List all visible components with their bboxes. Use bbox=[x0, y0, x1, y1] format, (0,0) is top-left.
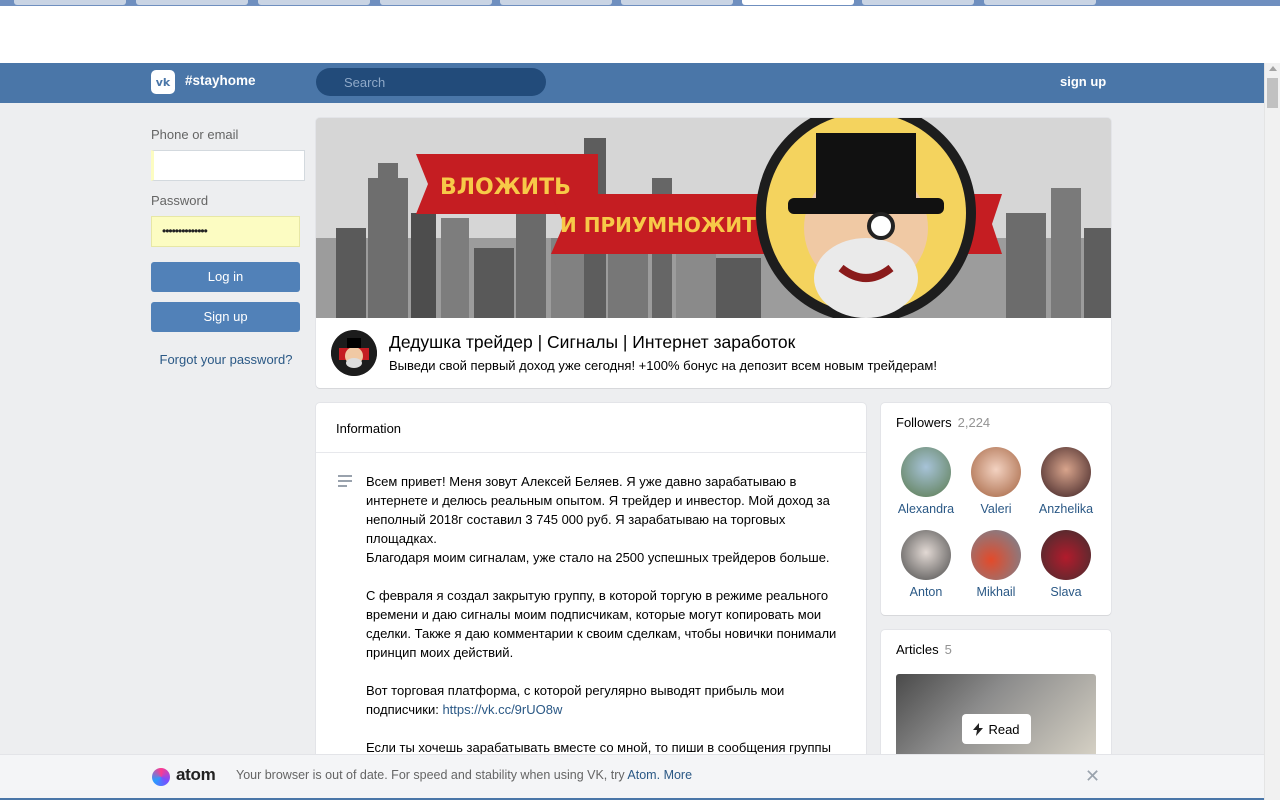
follower-name: Valeri bbox=[980, 502, 1012, 516]
signup-button[interactable]: Sign up bbox=[151, 302, 300, 332]
avatar bbox=[901, 530, 951, 580]
password-mask: •••••••••••••• bbox=[162, 224, 208, 238]
atom-logo-icon bbox=[152, 768, 170, 786]
community-cover: ВЛОЖИТЬ И ПРИУМНОЖИТЬ bbox=[316, 118, 1111, 318]
follower-item[interactable]: Alexandra bbox=[891, 447, 961, 516]
site-header: vk #stayhome sign up bbox=[0, 63, 1264, 103]
info-paragraph: С февраля я создал закрытую группу, в ко… bbox=[366, 588, 837, 660]
password-field[interactable]: •••••••••••••• bbox=[151, 216, 300, 247]
community-avatar[interactable] bbox=[331, 330, 377, 376]
blank-panel bbox=[4, 6, 1191, 63]
password-label: Password bbox=[151, 193, 209, 208]
platform-link[interactable]: https://vk.cc/9rUO8w bbox=[442, 702, 562, 717]
community-status: Выведи свой первый доход уже сегодня! +1… bbox=[389, 358, 937, 373]
avatar bbox=[971, 447, 1021, 497]
browser-tab-active[interactable] bbox=[742, 0, 854, 5]
follower-name: Anton bbox=[909, 585, 943, 599]
information-card: Information Всем привет! Меня зовут Алек… bbox=[316, 403, 866, 800]
atom-link[interactable]: Atom. bbox=[627, 768, 660, 782]
followers-count: 2,224 bbox=[957, 415, 991, 430]
read-button[interactable]: Read bbox=[962, 714, 1031, 744]
articles-label: Articles bbox=[896, 642, 939, 657]
lightning-icon bbox=[973, 722, 984, 736]
info-paragraph-text: Вот торговая платформа, с которой регуля… bbox=[366, 683, 785, 717]
browser-tab[interactable] bbox=[621, 0, 733, 5]
followers-title[interactable]: Followers 2,224 bbox=[896, 415, 990, 430]
page-scrollbar[interactable] bbox=[1264, 63, 1280, 800]
browser-top-area bbox=[0, 0, 1280, 63]
follower-name: Alexandra bbox=[897, 502, 955, 516]
browser-tab[interactable] bbox=[380, 0, 492, 5]
read-label: Read bbox=[988, 721, 1020, 737]
info-paragraph: Вот торговая платформа, с которой регуля… bbox=[366, 681, 846, 719]
more-link[interactable]: More bbox=[664, 768, 692, 782]
articles-title[interactable]: Articles 5 bbox=[896, 642, 952, 657]
brand-hashtag[interactable]: #stayhome bbox=[185, 73, 256, 88]
follower-name: Mikhail bbox=[976, 585, 1016, 599]
avatar bbox=[1041, 447, 1091, 497]
follower-item[interactable]: Valeri bbox=[961, 447, 1031, 516]
avatar bbox=[971, 530, 1021, 580]
follower-name: Anzhelika bbox=[1038, 502, 1094, 516]
information-text: Всем привет! Меня зовут Алексей Беляев. … bbox=[366, 472, 846, 776]
article-thumbnail[interactable]: Read bbox=[896, 674, 1096, 764]
phone-email-field[interactable] bbox=[151, 150, 305, 181]
browser-tab[interactable] bbox=[136, 0, 248, 5]
avatar bbox=[901, 447, 951, 497]
community-title: Дедушка трейдер | Сигналы | Интернет зар… bbox=[389, 332, 796, 352]
browser-tab[interactable] bbox=[984, 0, 1096, 5]
description-icon bbox=[338, 475, 352, 490]
information-heading: Information bbox=[316, 403, 866, 453]
search-box bbox=[316, 68, 546, 96]
info-paragraph: Благодаря моим сигналам, уже стало на 25… bbox=[366, 550, 830, 565]
follower-item[interactable]: Anzhelika bbox=[1031, 447, 1101, 516]
search-input[interactable] bbox=[316, 68, 546, 96]
browser-tab[interactable] bbox=[258, 0, 370, 5]
follower-item[interactable]: Slava bbox=[1031, 530, 1101, 599]
browser-tab[interactable] bbox=[500, 0, 612, 5]
phone-label: Phone or email bbox=[151, 127, 239, 142]
followers-label: Followers bbox=[896, 415, 952, 430]
community-header: ВЛОЖИТЬ И ПРИУМНОЖИТЬ Дедушка трейдер | … bbox=[316, 118, 1111, 388]
login-button[interactable]: Log in bbox=[151, 262, 300, 292]
vk-logo-icon[interactable]: vk bbox=[151, 70, 175, 94]
follower-item[interactable]: Mikhail bbox=[961, 530, 1031, 599]
cover-illustration: ВЛОЖИТЬ И ПРИУМНОЖИТЬ bbox=[316, 118, 1111, 318]
atom-wordmark: atom bbox=[176, 765, 216, 784]
banner-text: Your browser is out of date. For speed a… bbox=[236, 768, 692, 782]
follower-item[interactable]: Anton bbox=[891, 530, 961, 599]
forgot-password-link[interactable]: Forgot your password? bbox=[151, 352, 301, 367]
header-signup-link[interactable]: sign up bbox=[1060, 74, 1106, 89]
browser-tab[interactable] bbox=[14, 0, 126, 5]
avatar bbox=[1041, 530, 1091, 580]
follower-name: Slava bbox=[1050, 585, 1082, 599]
browser-tab[interactable] bbox=[862, 0, 974, 5]
followers-card: Followers 2,224 Alexandra Valeri Anzhelik… bbox=[881, 403, 1111, 615]
close-icon[interactable]: ✕ bbox=[1085, 766, 1100, 787]
browser-outdated-banner: atom Your browser is out of date. For sp… bbox=[0, 754, 1264, 798]
cover-text-2: И ПРИУМНОЖИТЬ bbox=[560, 213, 771, 237]
scroll-up-arrow-icon[interactable] bbox=[1269, 66, 1277, 71]
info-paragraph: Всем привет! Меня зовут Алексей Беляев. … bbox=[366, 474, 830, 546]
cover-text-1: ВЛОЖИТЬ bbox=[440, 175, 571, 200]
scroll-thumb[interactable] bbox=[1267, 78, 1278, 108]
login-panel: Phone or email Password •••••••••••••• L… bbox=[151, 127, 305, 367]
articles-count: 5 bbox=[944, 642, 952, 657]
banner-message: Your browser is out of date. For speed a… bbox=[236, 768, 628, 782]
